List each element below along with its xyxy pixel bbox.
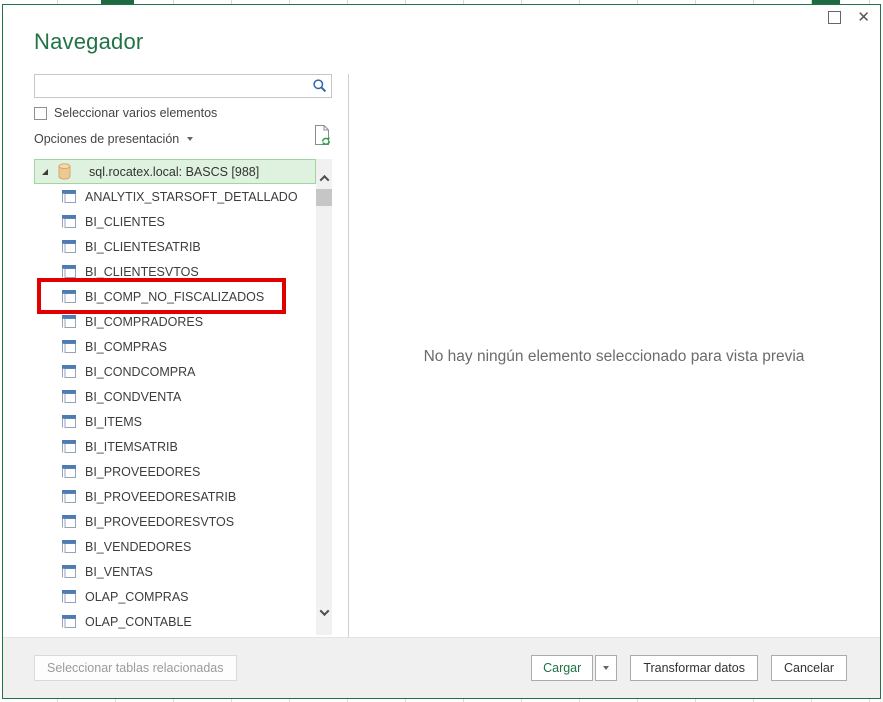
table-row[interactable]: BI_ITEMS: [34, 409, 316, 434]
table-icon: [61, 364, 78, 379]
screen: ✕ Navegador Seleccionar varios elementos…: [0, 0, 883, 702]
load-split-button: Cargar: [531, 655, 617, 681]
table-icon: [61, 464, 78, 479]
table-row-label: BI_CLIENTESVTOS: [85, 265, 199, 279]
transform-data-button[interactable]: Transformar datos: [630, 655, 758, 681]
multi-select-checkbox[interactable]: [34, 107, 47, 120]
table-icon: [61, 214, 78, 229]
table-row[interactable]: BI_CONDVENTA: [34, 384, 316, 409]
cancel-button[interactable]: Cancelar: [771, 655, 847, 681]
table-row-label: BI_PROVEEDORESATRIB: [85, 490, 236, 504]
table-row[interactable]: BI_CLIENTESATRIB: [34, 234, 316, 259]
table-row-label: BI_VENDEDORES: [85, 540, 191, 554]
search-icon[interactable]: [309, 78, 331, 94]
multi-select-label: Seleccionar varios elementos: [54, 106, 217, 120]
footer-actions: Cargar Transformar datos Cancelar: [531, 655, 847, 681]
table-icon: [61, 414, 78, 429]
table-row[interactable]: BI_VENTAS: [34, 559, 316, 584]
table-row-label: BI_COMPRADORES: [85, 315, 203, 329]
close-icon[interactable]: ✕: [855, 10, 872, 25]
chevron-down-icon: [187, 137, 193, 141]
tree-root-label: sql.rocatex.local: BASCS [988]: [89, 165, 259, 179]
table-row-label: BI_COMPRAS: [85, 340, 167, 354]
table-row[interactable]: BI_ITEMSATRIB: [34, 434, 316, 459]
table-row-label: BI_CONDCOMPRA: [85, 365, 195, 379]
search-input[interactable]: [35, 75, 309, 97]
maximize-icon[interactable]: [828, 11, 841, 24]
window-controls: ✕: [828, 10, 872, 25]
table-row[interactable]: BI_PROVEEDORES: [34, 459, 316, 484]
table-icon: [61, 539, 78, 554]
table-row-label: BI_ITEMSATRIB: [85, 440, 178, 454]
table-list: sql.rocatex.local: BASCS [988] ANALYTIX_…: [34, 159, 316, 634]
table-row-label: BI_COMP_NO_FISCALIZADOS: [85, 290, 264, 304]
table-row-label: BI_CLIENTES: [85, 215, 165, 229]
table-row-label: BI_CLIENTESATRIB: [85, 240, 201, 254]
database-icon: [58, 163, 72, 180]
table-row[interactable]: OLAP_CONTABLE: [34, 609, 316, 634]
table-row-label: ANALYTIX_STARSOFT_DETALLADO: [85, 190, 298, 204]
table-row[interactable]: BI_PROVEEDORESVTOS: [34, 509, 316, 534]
display-options-dropdown[interactable]: Opciones de presentación: [34, 132, 193, 146]
expand-arrow-icon[interactable]: [40, 167, 51, 177]
search-box: [34, 74, 332, 98]
display-options-label: Opciones de presentación: [34, 132, 179, 146]
scroll-thumb[interactable]: [316, 189, 332, 206]
table-row[interactable]: BI_VENDEDORES: [34, 534, 316, 559]
table-row[interactable]: BI_CLIENTESVTOS: [34, 259, 316, 284]
table-row-label: OLAP_COMPRAS: [85, 590, 189, 604]
table-row-label: BI_ITEMS: [85, 415, 142, 429]
table-row[interactable]: BI_COMP_NO_FISCALIZADOS: [34, 284, 316, 309]
preview-pane: No hay ningún elemento seleccionado para…: [349, 74, 879, 639]
chevron-down-icon: [603, 666, 609, 670]
table-row[interactable]: BI_PROVEEDORESATRIB: [34, 484, 316, 509]
select-related-tables-button[interactable]: Seleccionar tablas relacionadas: [34, 655, 237, 681]
table-row[interactable]: BI_CLIENTES: [34, 209, 316, 234]
table-row-label: OLAP_CONTABLE: [85, 615, 192, 629]
table-row[interactable]: OLAP_COMPRAS: [34, 584, 316, 609]
page-title: Navegador: [34, 29, 143, 55]
table-icon: [61, 314, 78, 329]
refresh-icon[interactable]: [313, 124, 333, 152]
table-icon: [61, 589, 78, 604]
scroll-up-arrow[interactable]: [316, 167, 332, 189]
table-icon: [61, 489, 78, 504]
table-row[interactable]: BI_CONDCOMPRA: [34, 359, 316, 384]
list-scrollbar[interactable]: [316, 159, 332, 635]
table-icon: [61, 614, 78, 629]
table-row-label: BI_PROVEEDORESVTOS: [85, 515, 234, 529]
preview-empty-message: No hay ningún elemento seleccionado para…: [424, 348, 805, 366]
table-icon: [61, 514, 78, 529]
table-row[interactable]: BI_COMPRADORES: [34, 309, 316, 334]
multi-select-row: Seleccionar varios elementos: [34, 106, 217, 120]
footer-bar: Seleccionar tablas relacionadas Cargar T…: [3, 637, 880, 698]
table-icon: [61, 439, 78, 454]
load-dropdown-button[interactable]: [595, 655, 617, 681]
table-row-label: BI_CONDVENTA: [85, 390, 181, 404]
load-button[interactable]: Cargar: [531, 655, 593, 681]
navigator-dialog: ✕ Navegador Seleccionar varios elementos…: [2, 4, 881, 699]
table-icon: [61, 564, 78, 579]
table-row-label: BI_PROVEEDORES: [85, 465, 200, 479]
tree-root-row[interactable]: sql.rocatex.local: BASCS [988]: [34, 159, 316, 184]
table-icon: [61, 289, 78, 304]
table-row[interactable]: BI_COMPRAS: [34, 334, 316, 359]
scroll-down-arrow[interactable]: [316, 601, 332, 623]
table-row-label: BI_VENTAS: [85, 565, 153, 579]
table-icon: [61, 239, 78, 254]
table-icon: [61, 389, 78, 404]
table-icon: [61, 264, 78, 279]
table-icon: [61, 339, 78, 354]
table-icon: [61, 189, 78, 204]
table-row[interactable]: ANALYTIX_STARSOFT_DETALLADO: [34, 184, 316, 209]
